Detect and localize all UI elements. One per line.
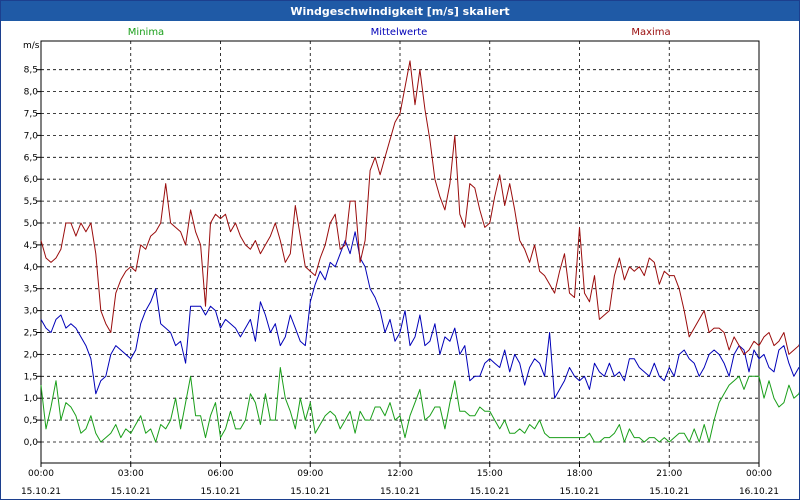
y-tick-label: 6,0 <box>24 175 39 185</box>
x-tick-date: 15.10.21 <box>559 487 599 497</box>
y-tick-label: 4,5 <box>24 241 38 251</box>
wind-speed-chart: 0,0 0,5 1,0 1,5 2,0 2,5 3,0 3,5 4,0 4,5 5,0 5,5 6,0 6… <box>21 27 799 497</box>
x-tick-date: 15.10.21 <box>200 487 240 497</box>
x-tick-date: 15.10.21 <box>470 487 510 497</box>
y-tick-label: 6,5 <box>24 153 38 163</box>
y-tick-label: 4,0 <box>24 263 39 273</box>
legend-mittelwerte: Mittelwerte <box>371 27 428 38</box>
chart-window: Windgeschwindigkeit [m/s] skaliert 0,0 0,… <box>0 0 800 500</box>
x-tick-date: 15.10.21 <box>380 487 420 497</box>
y-tick-label: 1,0 <box>24 394 39 404</box>
x-tick-date: 15.10.21 <box>111 487 151 497</box>
x-tick-time: 09:00 <box>297 469 323 479</box>
x-tick-time: 15:00 <box>477 469 503 479</box>
y-tick-label: 8,0 <box>24 88 39 98</box>
y-tick-label: 0,5 <box>24 416 38 426</box>
x-axis-ticks: 00:00 15.10.21 03:00 15.10.21 06:00 15.10.21 0… <box>21 463 779 497</box>
x-tick-time: 06:00 <box>208 469 234 479</box>
x-tick-date: 16.10.21 <box>739 487 779 497</box>
y-tick-label: 5,5 <box>24 197 38 207</box>
x-tick-date: 15.10.21 <box>21 487 61 497</box>
y-tick-label: 2,0 <box>24 350 39 360</box>
y-tick-label: 3,0 <box>24 307 39 317</box>
x-tick-time: 00:00 <box>28 469 54 479</box>
y-tick-label: 3,5 <box>24 285 38 295</box>
window-title: Windgeschwindigkeit [m/s] skaliert <box>1 1 799 21</box>
y-tick-label: 5,0 <box>24 219 39 229</box>
y-tick-label: 1,5 <box>24 372 38 382</box>
legend-maxima: Maxima <box>631 27 670 38</box>
x-tick-date: 15.10.21 <box>290 487 330 497</box>
y-tick-label: 8,5 <box>24 66 38 76</box>
y-tick-label: 0,0 <box>24 438 39 448</box>
y-tick-label: 7,0 <box>24 131 39 141</box>
y-axis-unit: m/s <box>23 41 40 51</box>
y-axis-ticks: 0,0 0,5 1,0 1,5 2,0 2,5 3,0 3,5 4,0 4,5 5,0 5,5 6,0 6… <box>24 66 41 448</box>
x-tick-time: 21:00 <box>656 469 682 479</box>
y-tick-label: 7,5 <box>24 110 38 120</box>
x-tick-time: 18:00 <box>567 469 593 479</box>
y-tick-label: 2,5 <box>24 329 38 339</box>
x-tick-date: 15.10.21 <box>649 487 689 497</box>
x-tick-time: 12:00 <box>387 469 413 479</box>
x-tick-time: 00:00 <box>746 469 772 479</box>
legend-minima: Minima <box>128 27 164 38</box>
x-tick-time: 03:00 <box>118 469 144 479</box>
